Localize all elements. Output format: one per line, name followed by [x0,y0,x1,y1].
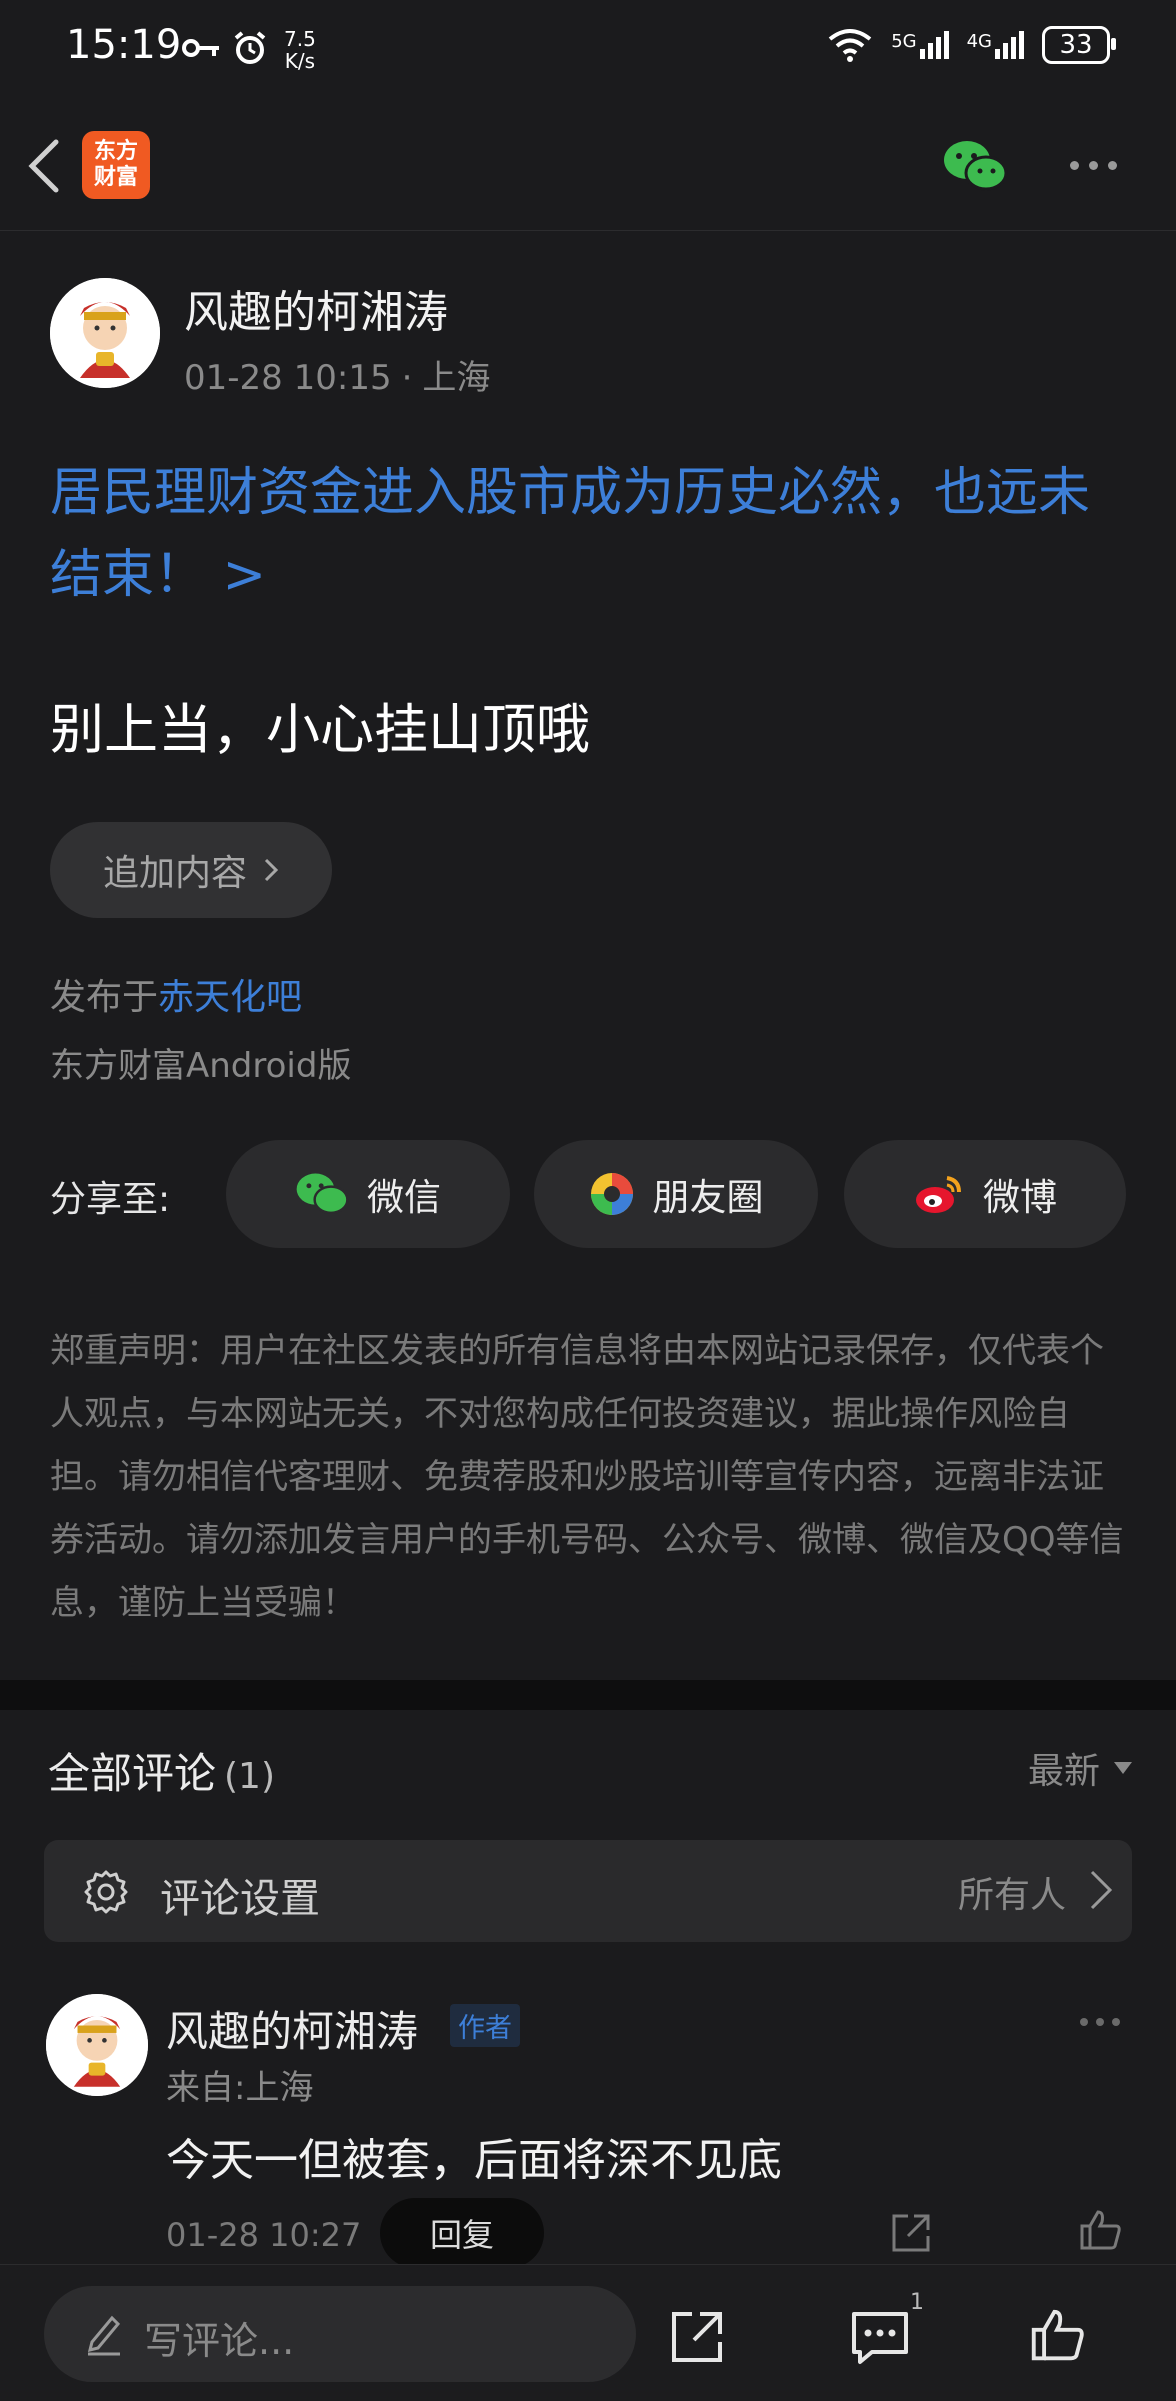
post-time: 01-28 10:15 [184,358,392,398]
posted-in-prefix: 发布于 [50,977,159,1018]
status-time: 15:19 [66,22,182,68]
share-weibo-button[interactable]: 微博 [844,1140,1126,1248]
post-body: 别上当，小心挂山顶哦 [50,698,590,761]
like-icon[interactable] [1026,2304,1088,2366]
chevron-right-icon [264,858,279,882]
comment-input-placeholder: 写评论... [144,2319,295,2363]
share-wechat-button[interactable]: 微信 [226,1140,510,1248]
back-icon[interactable] [22,136,66,196]
caret-down-icon [1114,1762,1132,1774]
chevron-right-icon [1088,1868,1114,1912]
app-logo: 东方 财富 [82,131,150,199]
comment-more-icon[interactable] [1080,2018,1120,2026]
wechat-share-icon[interactable] [942,138,1008,194]
key-icon [182,36,222,60]
wifi-icon [828,29,872,62]
author-name[interactable]: 风趣的柯湘涛 [184,276,448,340]
share-moments-label: 朋友圈 [652,1176,764,1219]
share-moments-button[interactable]: 朋友圈 [534,1140,818,1248]
add-content-button[interactable]: 追加内容 [50,822,332,918]
post-title-link[interactable]: 居民理财资金进入股市成为历史必然，也远未结束！ > [50,452,1130,616]
share-icon[interactable] [666,2306,728,2368]
signal-4g: 4G [967,31,1024,59]
posted-in: 发布于赤天化吧 [50,968,302,1020]
commenter-avatar[interactable] [46,1994,148,2096]
signal-4g-label: 4G [966,31,992,52]
more-icon[interactable] [1070,150,1126,180]
signal-5g-label: 5G [891,31,917,52]
signal-5g: 5G [891,31,949,59]
post-location: 上海 [422,358,491,398]
gear-icon [82,1868,130,1916]
sort-label: 最新 [1027,1751,1100,1792]
comment-input[interactable] [44,2286,636,2382]
comment-location: 来自:上海 [166,2068,314,2108]
moments-icon [590,1173,633,1215]
section-divider [0,1680,1176,1710]
comment-count-badge: 1 [910,2290,924,2315]
net-speed-value: 7.5 [284,27,316,51]
meta-dot: · [401,358,413,398]
pencil-icon [84,2310,124,2356]
author-avatar[interactable] [50,278,160,388]
comment-time: 01-28 10:27 [166,2216,362,2254]
alarm-icon [232,30,268,66]
bar-link[interactable]: 赤天化吧 [158,977,302,1018]
comment-icon[interactable] [848,2306,912,2368]
comment-share-icon[interactable] [888,2210,934,2256]
comment-settings-label: 评论设置 [160,1876,320,1922]
wechat-icon [296,1173,349,1215]
commenter-name[interactable]: 风趣的柯湘涛 [166,1998,418,2059]
sort-dropdown[interactable]: 最新 [1028,1742,1132,1794]
author-badge: 作者 [450,2004,520,2047]
post-meta: 01-28 10:15 · 上海 [184,350,490,399]
comments-title-label: 全部评论 [48,1749,217,1798]
disclaimer: 郑重声明：用户在社区发表的所有信息将由本网站记录保存，仅代表个人观点，与本网站无… [50,1331,1124,1623]
net-speed: 7.5 K/s [284,28,316,72]
comment-settings-value: 所有人 [957,1875,1066,1916]
app-logo-line1: 东方 [93,139,138,164]
client-source: 东方财富Android版 [50,1046,352,1086]
share-wechat-label: 微信 [367,1176,441,1219]
net-speed-unit: K/s [284,49,316,73]
comment-like-icon[interactable] [1076,2206,1124,2254]
battery-icon: 33 [1042,26,1116,64]
comments-title: 全部评论 (1) [48,1740,275,1801]
battery-level: 33 [1059,30,1093,60]
app-logo-line2: 财富 [93,165,138,190]
share-weibo-label: 微博 [983,1176,1057,1219]
comment-text: 今天一但被套，后面将深不见底 [166,2135,782,2186]
reply-button[interactable]: 回复 [380,2198,544,2268]
status-icons: 5G 4G 33 [827,26,1116,64]
add-content-label: 追加内容 [102,853,247,894]
comments-count: (1) [224,1756,276,1797]
share-label: 分享至: [50,1179,171,1220]
weibo-icon [916,1176,961,1213]
